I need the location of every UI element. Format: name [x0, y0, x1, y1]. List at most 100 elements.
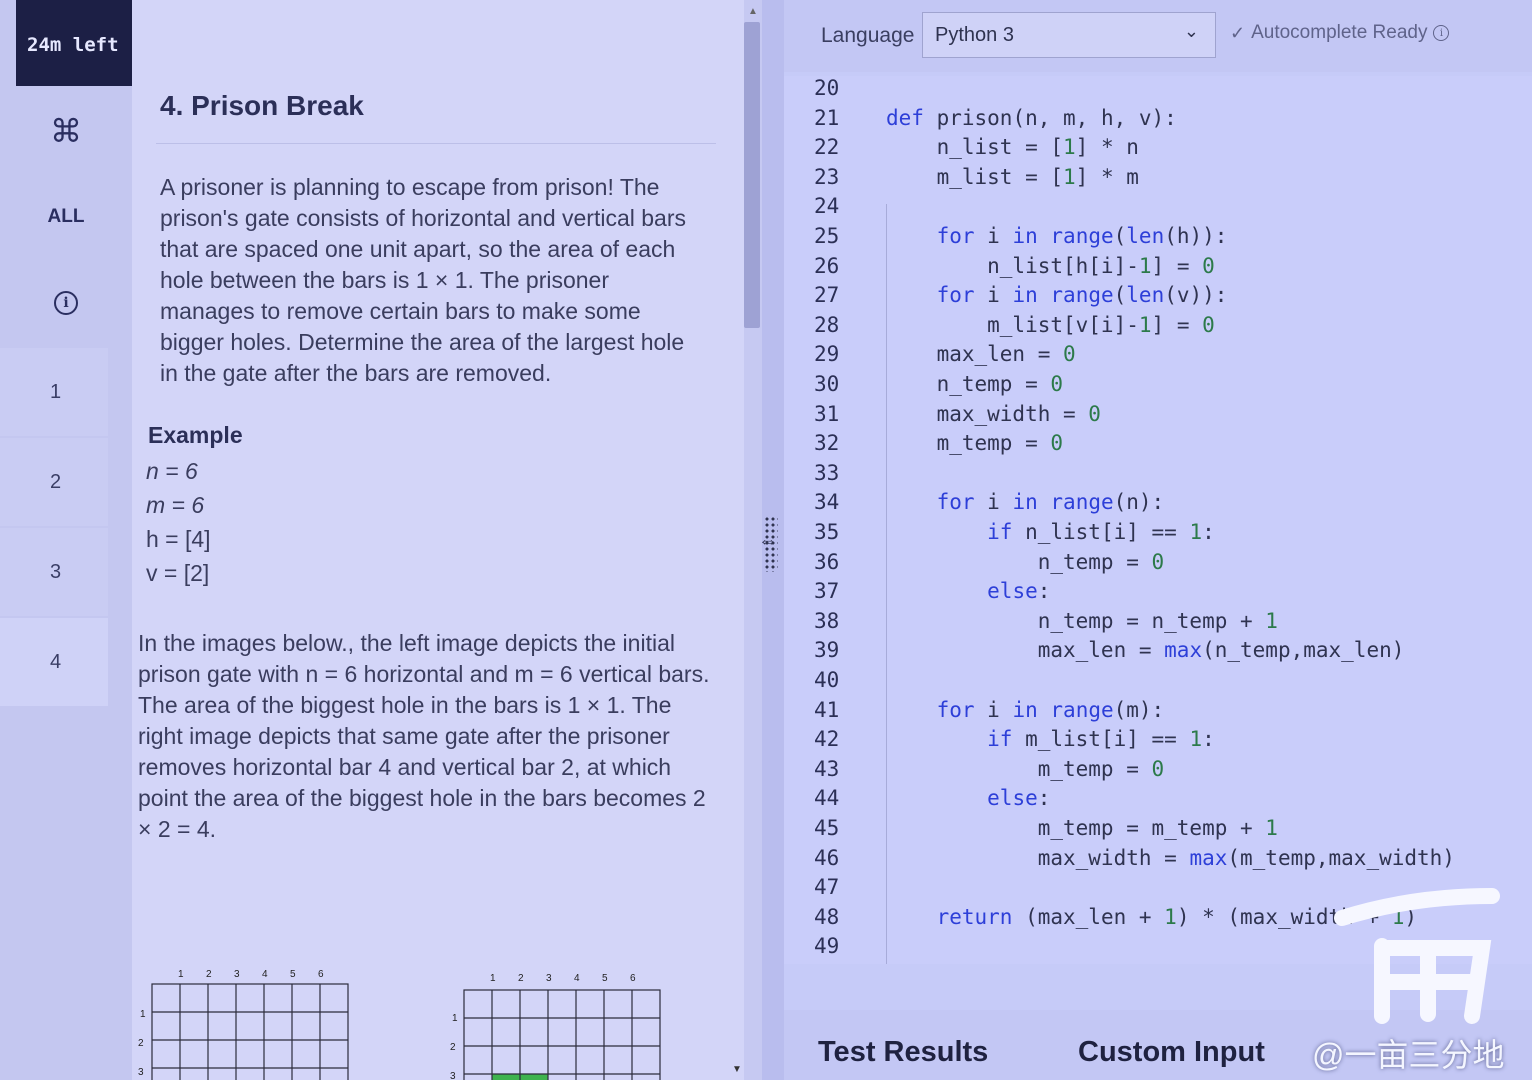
line-code: n_list = [1] * n — [886, 135, 1139, 160]
line-code: def prison(n, m, h, v): — [886, 105, 1177, 130]
line-number: 43 — [814, 756, 840, 781]
code-line[interactable]: 31 max_width = 0 — [784, 402, 1532, 432]
tab-custom-input[interactable]: Custom Input — [1078, 1036, 1265, 1069]
line-number: 46 — [814, 845, 840, 870]
line-number: 30 — [814, 372, 840, 396]
line-number: 26 — [814, 253, 840, 278]
question-2-tab[interactable]: 2 — [0, 438, 108, 526]
code-line[interactable]: 36 n_temp = 0 — [784, 550, 1532, 580]
row-label-2: 2 — [138, 1038, 144, 1049]
language-select[interactable]: Python 3 ⌄ — [922, 12, 1216, 58]
line-number: 49 — [814, 934, 840, 959]
code-line[interactable]: 22 n_list = [1] * n — [784, 135, 1532, 165]
watermark-logo — [1334, 888, 1500, 1024]
watermark-text: @一亩三分地 — [1312, 1037, 1505, 1073]
row-label-3: 3 — [450, 1071, 456, 1080]
code-line[interactable]: 26 n_list[h[i]-1] = 0 — [784, 254, 1532, 284]
line-code: max_width = 0 — [886, 401, 1101, 426]
code-line[interactable]: 30 n_temp = 0 — [784, 372, 1532, 402]
code-line[interactable]: 38 n_temp = n_temp + 1 — [784, 609, 1532, 639]
line-code: m_list = [1] * m — [886, 164, 1139, 189]
line-number: 33 — [814, 460, 840, 485]
row-label-3: 3 — [138, 1067, 144, 1078]
col-label-5: 5 — [290, 969, 296, 980]
line-number: 20 — [814, 76, 840, 100]
code-line[interactable]: 33 — [784, 461, 1532, 491]
code-input-area[interactable]: 20 21 def prison(n, m, h, v): 22 n_list = [… — [784, 76, 1532, 964]
line-code: max_len = 0 — [886, 342, 1076, 367]
line-code: n_temp = n_temp + 1 — [886, 608, 1278, 633]
autocomplete-status[interactable]: ✓ Autocomplete Ready i — [1230, 22, 1450, 44]
code-line[interactable]: 24 — [784, 194, 1532, 224]
code-line[interactable]: 20 — [784, 76, 1532, 106]
command-icon[interactable]: ⌘ — [0, 88, 132, 174]
line-code: n_temp = 0 — [886, 549, 1165, 574]
col-label-3: 3 — [546, 973, 552, 984]
code-line[interactable]: 25 for i in range(len(h)): — [784, 224, 1532, 254]
modified-gate-figure: 1 2 3 4 5 6 1 2 3 — [450, 973, 661, 1080]
line-number: 48 — [814, 904, 840, 929]
line-number: 34 — [814, 490, 840, 515]
col-label-6: 6 — [318, 969, 324, 980]
line-number: 28 — [814, 312, 840, 337]
code-line[interactable]: 43 m_temp = 0 — [784, 757, 1532, 787]
line-code: m_temp = m_temp + 1 — [886, 816, 1278, 840]
code-line[interactable]: 45 m_temp = m_temp + 1 — [784, 816, 1532, 846]
code-line[interactable]: 35 if n_list[i] == 1: — [784, 520, 1532, 550]
info-icon[interactable]: i — [1433, 25, 1450, 41]
problem-description: A prisoner is planning to escape from pr… — [160, 174, 686, 386]
line-number: 25 — [814, 224, 840, 248]
problem-title: 4. Prison Break — [160, 90, 364, 121]
example-heading: Example — [148, 422, 243, 448]
line-number: 21 — [814, 105, 840, 130]
line-number: 40 — [814, 668, 840, 692]
code-line[interactable]: 42 if m_list[i] == 1: — [784, 727, 1532, 757]
problem-panel: 4. Prison Break A prisoner is planning t… — [132, 0, 744, 1080]
line-number: 47 — [814, 875, 840, 900]
col-label-3: 3 — [234, 969, 240, 980]
check-circle-icon: ✓ — [1230, 22, 1246, 43]
row-label-1: 1 — [452, 1013, 458, 1024]
line-code: for i in range(len(v)): — [936, 283, 1228, 308]
code-line[interactable]: 21 def prison(n, m, h, v): — [784, 106, 1532, 136]
line-number: 27 — [814, 283, 840, 308]
row-label-2: 2 — [450, 1042, 456, 1053]
code-line[interactable]: 37 else: — [784, 579, 1532, 609]
code-line[interactable]: 23 m_list = [1] * m — [784, 165, 1532, 195]
example-v: v = [2] — [146, 560, 210, 586]
question-1-tab[interactable]: 1 — [0, 348, 108, 436]
info-button[interactable]: i — [0, 260, 132, 346]
col-label-6: 6 — [630, 973, 636, 984]
code-line[interactable]: 32 m_temp = 0 — [784, 431, 1532, 461]
line-number: 39 — [814, 638, 840, 663]
col-label-5: 5 — [602, 973, 608, 984]
scroll-down-arrow-icon[interactable]: ▼ — [732, 1064, 742, 1075]
code-line[interactable]: 39 max_len = max(n_temp,max_len) — [784, 638, 1532, 668]
line-code: m_temp = 0 — [886, 756, 1165, 781]
line-number: 38 — [814, 608, 840, 633]
line-number: 22 — [814, 135, 840, 160]
code-line[interactable]: 40 — [784, 668, 1532, 698]
line-number: 35 — [814, 520, 840, 544]
code-line[interactable]: 34 for i in range(n): — [784, 490, 1532, 520]
code-line[interactable]: 44 else: — [784, 786, 1532, 816]
code-line[interactable]: 29 max_len = 0 — [784, 342, 1532, 372]
line-code: max_len = max(n_temp,max_len) — [886, 638, 1405, 663]
chevron-down-icon: ⌄ — [1183, 21, 1199, 41]
tab-test-results[interactable]: Test Results — [818, 1036, 988, 1069]
question-3-tab[interactable]: 3 — [0, 528, 108, 616]
scrollbar-thumb[interactable] — [744, 22, 760, 328]
figure-explanation: In the images below., the left image dep… — [138, 630, 710, 842]
scroll-up-arrow-icon[interactable]: ▲ — [748, 6, 758, 17]
code-line[interactable]: 28 m_list[v[i]-1] = 0 — [784, 313, 1532, 343]
all-questions-button[interactable]: ALL — [0, 174, 132, 260]
question-4-tab[interactable]: 4 — [0, 618, 108, 706]
code-line[interactable]: 27 for i in range(len(v)): — [784, 283, 1532, 313]
line-code: m_list[v[i]-1] = 0 — [886, 312, 1215, 337]
example-n: n = 6 — [146, 458, 198, 484]
line-code: if n_list[i] == 1: — [987, 520, 1215, 544]
code-line[interactable]: 41 for i in range(m): — [784, 698, 1532, 728]
example-h: h = [4] — [146, 526, 211, 552]
line-number: 36 — [814, 549, 840, 574]
col-label-4: 4 — [262, 969, 268, 980]
